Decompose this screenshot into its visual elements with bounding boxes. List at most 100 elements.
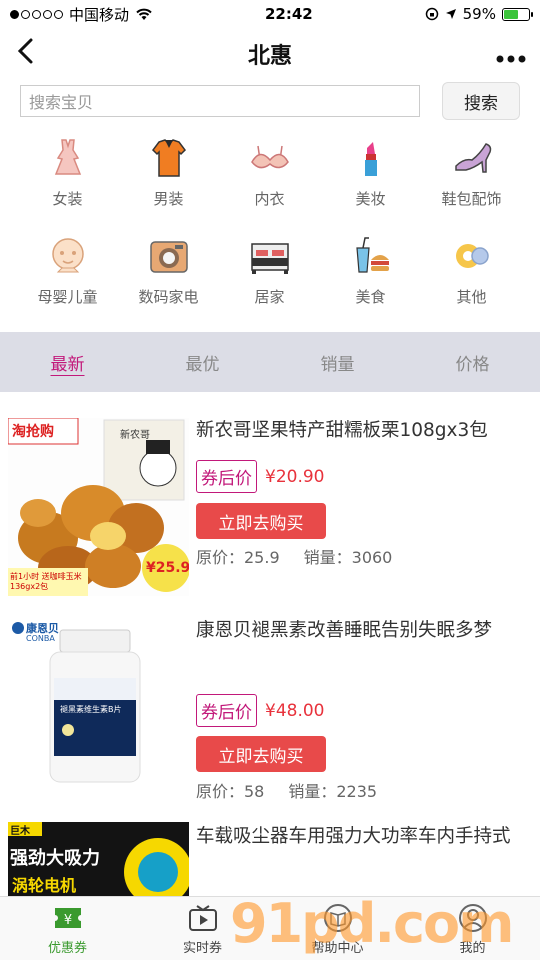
svg-text:¥: ¥: [63, 913, 71, 928]
tab-sales[interactable]: 销量: [270, 332, 405, 392]
tab-help-center[interactable]: 帮助中心: [270, 897, 405, 960]
more-button[interactable]: [486, 40, 526, 68]
tab-live-coupons[interactable]: 实时券: [135, 897, 270, 960]
coupon-tag: 券后价: [196, 694, 257, 727]
tab-label: 优惠券: [47, 941, 87, 956]
tab-label: 帮助中心: [311, 941, 364, 956]
sales-count: 销量：2235: [288, 782, 378, 801]
status-bar: 中国移动 22:42 59%: [0, 0, 540, 28]
product-title[interactable]: 车载吸尘器车用强力大功率车内手持式: [196, 820, 526, 854]
buy-button[interactable]: 立即去购买: [196, 736, 326, 772]
image-promo-note: 前1小时 送咖啡玉米136gx2包: [10, 572, 82, 591]
image-brand: 新农哥: [120, 430, 150, 441]
other-icon: [455, 244, 489, 268]
category-label: 女装: [52, 190, 83, 208]
category-baby[interactable]: 母婴儿童: [17, 228, 118, 320]
sort-tabs: 最新 最优 销量 价格: [0, 332, 540, 392]
camera-icon: [149, 241, 188, 273]
tab-best[interactable]: 最优: [135, 332, 270, 392]
bed-icon: [250, 243, 289, 274]
video-icon: [188, 905, 217, 931]
product-item[interactable]: 巨木 强劲大吸力 涡轮电机 车载吸尘器车用强力大功率车内手持式: [0, 812, 540, 896]
product-image[interactable]: 康恩贝 CONBA 褪黑素维生素B片: [8, 618, 189, 796]
category-label: 其他: [456, 288, 487, 306]
category-label: 母婴儿童: [37, 288, 98, 306]
product-item[interactable]: 淘抢购 新农哥 ¥25.9 前1小时 送咖啡玉米136gx2包 新农哥坚果特产甜…: [0, 392, 540, 596]
product-title[interactable]: 新农哥坚果特产甜糯板栗108gx3包: [196, 414, 526, 448]
tab-label: 我的: [459, 941, 486, 956]
page-title: 北惠: [247, 44, 292, 69]
category-label: 数码家电: [138, 288, 199, 306]
shirt-icon: [151, 139, 186, 177]
more-icon: [496, 55, 526, 63]
category-home[interactable]: 居家: [219, 228, 320, 320]
sales-count: 销量：3060: [303, 548, 393, 567]
coupon-price: 券后价 ¥48.00: [196, 694, 324, 727]
category-label: 内衣: [254, 190, 285, 208]
food-icon: [355, 237, 389, 273]
location-icon: [445, 9, 456, 19]
original-price: 原价：58: [196, 782, 265, 801]
search-button[interactable]: 搜索: [442, 82, 520, 120]
back-button[interactable]: [14, 37, 54, 71]
tab-price[interactable]: 价格: [405, 332, 540, 392]
product-image[interactable]: 淘抢购 新农哥 ¥25.9 前1小时 送咖啡玉米136gx2包: [8, 418, 189, 596]
category-label: 男装: [153, 190, 184, 208]
category-shoes-bags[interactable]: 鞋包配饰: [421, 130, 522, 222]
search-row: 搜索宝贝 搜索: [0, 80, 540, 122]
price: ¥48.00: [265, 700, 325, 721]
product-item[interactable]: 康恩贝 CONBA 褪黑素维生素B片 康恩贝褪黑素改善睡眠告别失眠多梦 券后价 …: [0, 602, 540, 812]
bra-icon: [250, 145, 289, 169]
image-brand: 巨木: [10, 826, 30, 837]
coupon-price: 券后价 ¥20.90: [196, 460, 324, 493]
category-label: 美妆: [355, 190, 386, 208]
dress-icon: [54, 139, 81, 175]
category-food[interactable]: 美食: [320, 228, 421, 320]
category-label: 居家: [254, 288, 285, 306]
book-icon: [323, 904, 352, 932]
category-underwear[interactable]: 内衣: [219, 130, 320, 222]
price: ¥20.90: [265, 466, 325, 487]
category-other[interactable]: 其他: [421, 228, 522, 320]
image-promo-price: ¥25.9: [146, 560, 189, 576]
tab-newest[interactable]: 最新: [0, 332, 135, 392]
tab-coupons[interactable]: ¥ 优惠券: [0, 897, 135, 960]
signal-icon: [10, 9, 63, 19]
carrier-label: 中国移动: [69, 5, 130, 24]
category-makeup[interactable]: 美妆: [320, 130, 421, 222]
user-icon: [458, 904, 487, 932]
rotation-lock-icon: [425, 7, 438, 21]
clock: 22:42: [264, 5, 313, 23]
product-title[interactable]: 康恩贝褪黑素改善睡眠告别失眠多梦: [196, 614, 526, 648]
chevron-left-icon: [17, 38, 33, 64]
nav-bar: 北惠: [0, 28, 540, 80]
image-slogan: 强劲大吸力: [10, 848, 100, 869]
image-sub: 涡轮电机: [12, 876, 77, 895]
high-heel-icon: [454, 143, 491, 173]
battery-percent: 59%: [462, 5, 496, 23]
product-meta: 原价：58 销量：2235: [196, 778, 377, 802]
category-grid: 女装 男装 内衣 美妆 鞋包配饰 母婴儿童 数码家电 居家 美食 其他: [0, 122, 540, 320]
buy-button[interactable]: 立即去购买: [196, 503, 326, 539]
image-label: 褪黑素维生素B片: [60, 705, 122, 714]
product-image[interactable]: 巨木 强劲大吸力 涡轮电机: [8, 822, 189, 896]
coupon-icon: ¥: [51, 908, 84, 928]
lipstick-icon: [364, 142, 377, 176]
image-badge: 淘抢购: [12, 424, 54, 440]
category-women[interactable]: 女装: [17, 130, 118, 222]
baby-icon: [51, 238, 84, 273]
search-placeholder: 搜索宝贝: [29, 93, 94, 112]
image-brand-en: CONBA: [26, 634, 55, 643]
wifi-icon: [136, 8, 152, 20]
tab-me[interactable]: 我的: [405, 897, 540, 960]
category-men[interactable]: 男装: [118, 130, 219, 222]
tab-label: 实时券: [182, 941, 222, 956]
category-label: 鞋包配饰: [441, 190, 502, 208]
coupon-tag: 券后价: [196, 460, 257, 493]
search-input[interactable]: 搜索宝贝: [20, 85, 420, 117]
category-electronics[interactable]: 数码家电: [118, 228, 219, 320]
original-price: 原价：25.9: [196, 548, 280, 567]
bottom-tab-bar: ¥ 优惠券 实时券 帮助中心 我的: [0, 896, 540, 960]
battery-icon: [501, 7, 533, 21]
product-meta: 原价：25.9 销量：3060: [196, 544, 392, 568]
